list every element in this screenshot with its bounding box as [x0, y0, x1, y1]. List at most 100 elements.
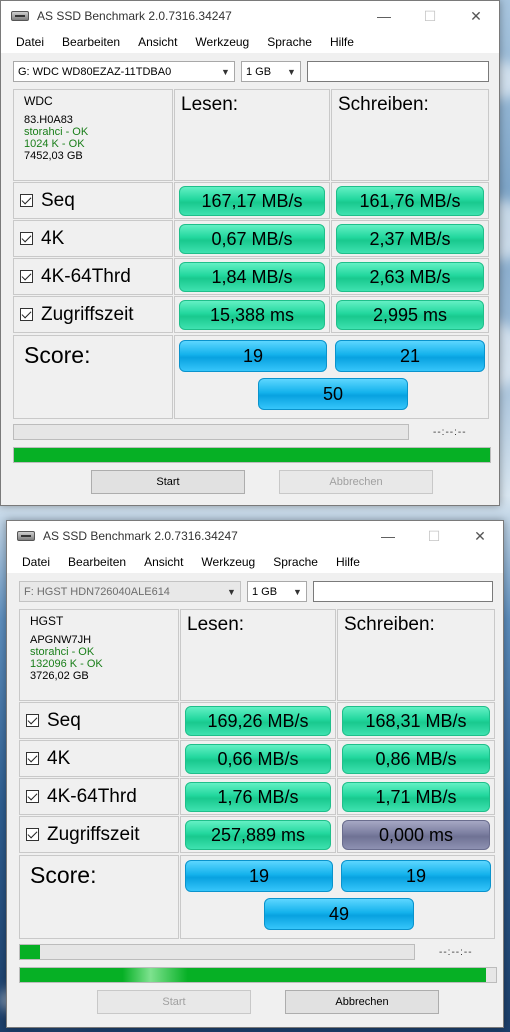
progress-bar-current — [13, 424, 409, 440]
drive-capacity: 3726,02 GB — [30, 670, 89, 682]
seq-read-value: 167,17 MB/s — [179, 186, 325, 216]
hard-disk-icon — [17, 529, 35, 543]
window-title: AS SSD Benchmark 2.0.7316.34247 — [43, 529, 238, 543]
checkbox-checked-icon[interactable] — [20, 194, 33, 207]
4k64-read-value: 1,84 MB/s — [179, 262, 325, 292]
menu-sprache[interactable]: Sprache — [258, 35, 321, 49]
menu-hilfe[interactable]: Hilfe — [321, 35, 363, 49]
chevron-down-icon: ▼ — [287, 66, 296, 77]
score-read: 19 — [185, 860, 333, 892]
abort-button[interactable]: Abbrechen — [285, 990, 439, 1014]
notes-input[interactable] — [307, 61, 489, 82]
checkbox-checked-icon[interactable] — [26, 790, 39, 803]
drive-capacity: 7452,03 GB — [24, 150, 83, 162]
row-4k64-label[interactable]: 4K-64Thrd — [13, 258, 173, 295]
4k-write-value: 0,86 MB/s — [342, 744, 490, 774]
drive-select[interactable]: G: WDC WD80EZAZ-11TDBA0 ▼ — [13, 61, 235, 82]
checkbox-checked-icon[interactable] — [26, 828, 39, 841]
drive-select: F: HGST HDN726040ALE614 ▼ — [19, 581, 241, 602]
score-write: 21 — [335, 340, 485, 372]
progress-fill — [20, 968, 487, 982]
access-write-value: 2,995 ms — [336, 300, 484, 330]
drive-select-value: G: WDC WD80EZAZ-11TDBA0 — [18, 65, 172, 78]
size-select-value: 1 GB — [252, 585, 278, 598]
score-panel: 19 21 50 — [174, 335, 489, 419]
row-4k-label[interactable]: 4K — [13, 220, 173, 257]
drive-select-value: F: HGST HDN726040ALE614 — [24, 585, 170, 598]
write-header: Schreiben: — [331, 89, 489, 181]
driver-status: storahci - OK — [30, 646, 95, 658]
checkbox-checked-icon[interactable] — [26, 752, 39, 765]
checkbox-checked-icon[interactable] — [20, 308, 33, 321]
menu-hilfe[interactable]: Hilfe — [327, 555, 369, 569]
seq-write-value: 161,76 MB/s — [336, 186, 484, 216]
menu-werkzeug[interactable]: Werkzeug — [186, 35, 258, 49]
score-total: 50 — [258, 378, 408, 410]
notes-input[interactable] — [313, 581, 493, 602]
menu-werkzeug[interactable]: Werkzeug — [192, 555, 264, 569]
row-access-time-label[interactable]: Zugriffszeit — [19, 816, 179, 853]
minimize-button[interactable]: — — [361, 1, 407, 31]
checkbox-checked-icon[interactable] — [20, 232, 33, 245]
4k-read-value: 0,67 MB/s — [179, 224, 325, 254]
read-header: Lesen: — [174, 89, 330, 181]
row-label-text: 4K — [41, 227, 65, 249]
row-seq-label[interactable]: Seq — [13, 182, 173, 219]
4k64-read-value: 1,76 MB/s — [185, 782, 331, 812]
menu-sprache[interactable]: Sprache — [264, 555, 327, 569]
size-select-value: 1 GB — [246, 65, 272, 78]
progress-bar-total — [13, 447, 491, 463]
4k64-write-value: 2,63 MB/s — [336, 262, 484, 292]
seq-read-value: 169,26 MB/s — [185, 706, 331, 736]
score-read: 19 — [179, 340, 327, 372]
row-label-text: 4K-64Thrd — [47, 785, 137, 807]
drive-name: HGST — [30, 614, 64, 628]
elapsed-time: --:--:-- — [439, 947, 473, 958]
row-label-text: Seq — [41, 189, 75, 211]
access-read-value: 15,388 ms — [179, 300, 325, 330]
read-header: Lesen: — [180, 609, 336, 701]
drive-firmware: APGNW7JH — [30, 634, 92, 646]
start-button: Start — [97, 990, 251, 1014]
menu-ansicht[interactable]: Ansicht — [135, 555, 192, 569]
progress-bar-current — [19, 944, 415, 960]
title-bar[interactable]: AS SSD Benchmark 2.0.7316.34247 — ☐ ✕ — [7, 521, 503, 551]
title-bar[interactable]: AS SSD Benchmark 2.0.7316.34247 — ☐ ✕ — [1, 1, 499, 31]
checkbox-checked-icon[interactable] — [26, 714, 39, 727]
size-select[interactable]: 1 GB ▼ — [247, 581, 307, 602]
chevron-down-icon: ▼ — [227, 586, 236, 597]
menu-datei[interactable]: Datei — [7, 35, 53, 49]
access-read-value: 257,889 ms — [185, 820, 331, 850]
menu-datei[interactable]: Datei — [13, 555, 59, 569]
drive-info-panel: HGST APGNW7JH storahci - OK 132096 K - O… — [19, 609, 179, 701]
row-4k-label[interactable]: 4K — [19, 740, 179, 777]
drive-info-panel: WDC 83.H0A83 storahci - OK 1024 K - OK 7… — [13, 89, 173, 181]
row-label-text: 4K-64Thrd — [41, 265, 131, 287]
progress-fill — [14, 448, 490, 462]
score-label: Score: — [13, 335, 173, 419]
checkbox-checked-icon[interactable] — [20, 270, 33, 283]
minimize-button[interactable]: — — [365, 521, 411, 551]
close-button[interactable]: ✕ — [453, 1, 499, 31]
maximize-button: ☐ — [423, 7, 437, 24]
score-write: 19 — [341, 860, 491, 892]
progress-fill — [20, 945, 40, 959]
score-panel: 19 19 49 — [180, 855, 495, 939]
start-button[interactable]: Start — [91, 470, 245, 494]
row-label-text: Zugriffszeit — [41, 303, 134, 325]
drive-name: WDC — [24, 94, 53, 108]
row-4k64-label[interactable]: 4K-64Thrd — [19, 778, 179, 815]
maximize-button: ☐ — [427, 527, 441, 544]
progress-bar-total — [19, 967, 497, 983]
row-access-time-label[interactable]: Zugriffszeit — [13, 296, 173, 333]
menu-bearbeiten[interactable]: Bearbeiten — [53, 35, 129, 49]
row-seq-label[interactable]: Seq — [19, 702, 179, 739]
menu-bearbeiten[interactable]: Bearbeiten — [59, 555, 135, 569]
close-button[interactable]: ✕ — [457, 521, 503, 551]
drive-firmware: 83.H0A83 — [24, 114, 73, 126]
menu-ansicht[interactable]: Ansicht — [129, 35, 186, 49]
score-label: Score: — [19, 855, 179, 939]
size-select[interactable]: 1 GB ▼ — [241, 61, 301, 82]
seq-write-value: 168,31 MB/s — [342, 706, 490, 736]
abort-button: Abbrechen — [279, 470, 433, 494]
